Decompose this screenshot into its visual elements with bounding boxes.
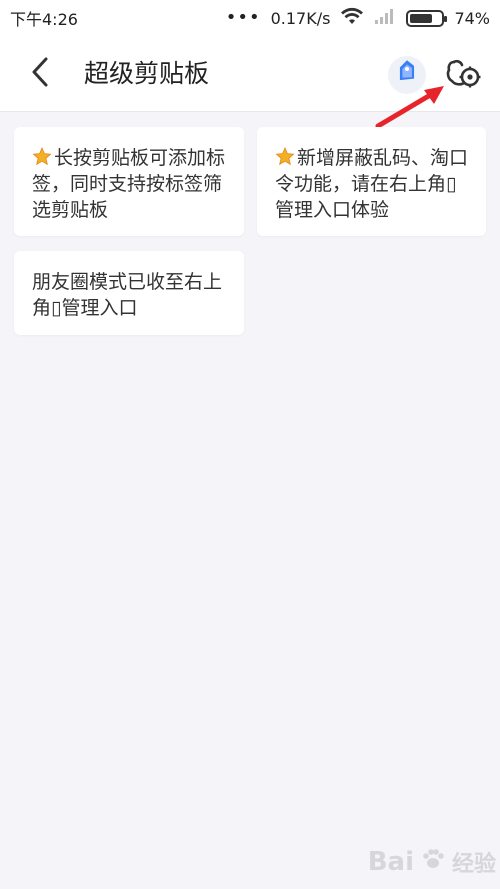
signal-icon bbox=[374, 7, 396, 29]
clip-card[interactable]: 长按剪贴板可添加标签，同时支持按标签筛选剪贴板 bbox=[14, 127, 244, 236]
back-button[interactable] bbox=[22, 54, 58, 94]
watermark-suffix: 经验 bbox=[451, 852, 496, 877]
clip-card[interactable]: 朋友圈模式已收至右上角▯管理入口 bbox=[14, 251, 244, 335]
watermark: Bai 经验 bbox=[346, 840, 496, 884]
clip-card[interactable]: 新增屏蔽乱码、淘口令功能，请在右上角▯管理入口体验 bbox=[257, 127, 486, 236]
battery-icon bbox=[406, 9, 448, 27]
battery-percent: 74% bbox=[454, 8, 490, 28]
clip-text: 朋友圈模式已收至右上角▯管理入口 bbox=[32, 271, 223, 319]
clip-text: 新增屏蔽乱码、淘口令功能，请在右上角▯管理入口体验 bbox=[275, 146, 469, 221]
star-icon bbox=[275, 146, 295, 167]
status-bar: 下午4:26 ••• 0.17K/s 74% bbox=[0, 0, 500, 36]
watermark-brand: Bai bbox=[367, 847, 414, 877]
status-indicators: ••• 0.17K/s 74% bbox=[226, 7, 490, 29]
network-speed: 0.17K/s bbox=[270, 8, 331, 28]
wifi-icon bbox=[340, 7, 364, 29]
clip-text: 长按剪贴板可添加标签，同时支持按标签筛选剪贴板 bbox=[32, 146, 226, 221]
status-time: 下午4:26 bbox=[10, 10, 78, 29]
star-icon bbox=[32, 146, 52, 167]
page-title: 超级剪贴板 bbox=[84, 59, 210, 88]
status-dots: ••• bbox=[225, 7, 261, 28]
chevron-left-icon bbox=[29, 56, 51, 92]
paw-icon bbox=[420, 846, 446, 879]
battery-level-fill bbox=[410, 13, 433, 23]
